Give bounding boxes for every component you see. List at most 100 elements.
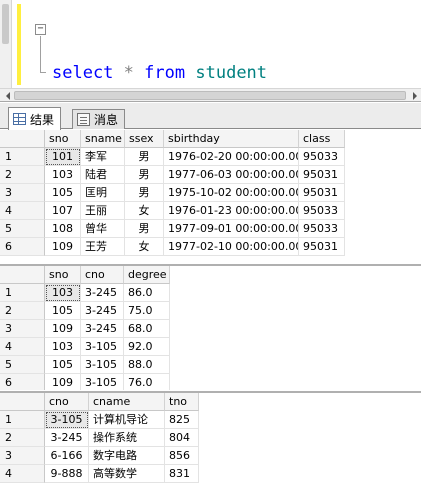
cell-cno[interactable]: 9-888 <box>45 465 89 483</box>
table-row[interactable]: 2 105 3-245 75.0 <box>0 302 170 320</box>
cell-ssex[interactable]: 女 <box>125 202 164 220</box>
table-row[interactable]: 6 109 3-105 76.0 <box>0 374 170 390</box>
row-number[interactable]: 1 <box>0 284 45 302</box>
cell-degree[interactable]: 68.0 <box>124 320 170 338</box>
cell-sno[interactable]: 105 <box>45 184 81 202</box>
table-row[interactable]: 5 105 3-105 88.0 <box>0 356 170 374</box>
column-header-class[interactable]: class <box>299 130 345 148</box>
table-row[interactable]: 6 109 王芳女 1977-02-10 00:00:00.000 95031 <box>0 238 345 256</box>
cell-cname[interactable]: 计算机导论 <box>89 411 165 429</box>
cell-cname[interactable]: 操作系统 <box>89 429 165 447</box>
cell-sno[interactable]: 109 <box>45 374 81 390</box>
cell-cname[interactable]: 高等数学 <box>89 465 165 483</box>
cell-tno[interactable]: 831 <box>165 465 199 483</box>
cell-sbirthday[interactable]: 1975-10-02 00:00:00.000 <box>164 184 299 202</box>
cell-sname[interactable]: 王丽 <box>81 202 125 220</box>
row-number[interactable]: 6 <box>0 374 45 390</box>
cell-class[interactable]: 95033 <box>299 220 345 238</box>
row-number[interactable]: 4 <box>0 338 45 356</box>
cell-degree[interactable]: 92.0 <box>124 338 170 356</box>
editor-scroll-thumb[interactable] <box>2 4 9 44</box>
cell-degree[interactable]: 88.0 <box>124 356 170 374</box>
table-row[interactable]: 1 103 3-245 86.0 <box>0 284 170 302</box>
column-header-tno[interactable]: tno <box>165 393 199 411</box>
cell-class[interactable]: 95031 <box>299 166 345 184</box>
column-header-cno[interactable]: cno <box>45 393 89 411</box>
scroll-right-arrow-icon[interactable] <box>413 92 417 100</box>
cell-sno[interactable]: 109 <box>45 320 81 338</box>
cell-sname[interactable]: 曾华 <box>81 220 125 238</box>
row-number[interactable]: 5 <box>0 356 45 374</box>
cell-sno[interactable]: 103 <box>45 284 81 302</box>
cell-degree[interactable]: 75.0 <box>124 302 170 320</box>
cell-sno[interactable]: 105 <box>45 356 81 374</box>
cell-sname[interactable]: 陆君 <box>81 166 125 184</box>
cell-cno[interactable]: 3-105 <box>81 374 124 390</box>
row-number[interactable]: 3 <box>0 320 45 338</box>
column-header-cname[interactable]: cname <box>89 393 165 411</box>
cell-cno[interactable]: 3-105 <box>45 411 89 429</box>
row-number[interactable]: 6 <box>0 238 45 256</box>
cell-tno[interactable]: 804 <box>165 429 199 447</box>
cell-tno[interactable]: 825 <box>165 411 199 429</box>
table-row[interactable]: 3 105 匡明男 1975-10-02 00:00:00.000 95031 <box>0 184 345 202</box>
editor-horizontal-scrollbar[interactable] <box>0 88 421 102</box>
row-number[interactable]: 2 <box>0 429 45 447</box>
cell-cno[interactable]: 3-245 <box>81 284 124 302</box>
column-header-sno[interactable]: sno <box>45 130 81 148</box>
cell-cno[interactable]: 6-166 <box>45 447 89 465</box>
column-header-ssex[interactable]: ssex <box>125 130 164 148</box>
cell-ssex[interactable]: 女 <box>125 238 164 256</box>
cell-sbirthday[interactable]: 1976-01-23 00:00:00.000 <box>164 202 299 220</box>
scroll-left-arrow-icon[interactable] <box>6 92 10 100</box>
row-number[interactable]: 2 <box>0 302 45 320</box>
cell-degree[interactable]: 76.0 <box>124 374 170 390</box>
row-number[interactable]: 2 <box>0 166 45 184</box>
table-row[interactable]: 1 101 李军男 1976-02-20 00:00:00.000 95033 <box>0 148 345 166</box>
collapse-toggle-icon[interactable]: − <box>35 24 46 35</box>
row-number[interactable]: 5 <box>0 220 45 238</box>
cell-sno[interactable]: 108 <box>45 220 81 238</box>
cell-sname[interactable]: 李军 <box>81 148 125 166</box>
tab-results[interactable]: 结果 <box>8 107 62 130</box>
cell-cno[interactable]: 3-245 <box>81 320 124 338</box>
row-number[interactable]: 1 <box>0 411 45 429</box>
cell-tno[interactable]: 856 <box>165 447 199 465</box>
cell-cname[interactable]: 数字电路 <box>89 447 165 465</box>
table-row[interactable]: 4 103 3-105 92.0 <box>0 338 170 356</box>
row-number[interactable]: 4 <box>0 202 45 220</box>
cell-cno[interactable]: 3-105 <box>81 356 124 374</box>
row-number[interactable]: 3 <box>0 447 45 465</box>
result-grid-student[interactable]: sno sname ssex sbirthday class 1 101 李军男 19… <box>0 130 421 264</box>
cell-sname[interactable]: 匡明 <box>81 184 125 202</box>
editor-vertical-scrollbar[interactable] <box>0 0 12 88</box>
result-grid-score[interactable]: sno cno degree 1 103 3-245 86.0 2 105 3-245 75.… <box>0 266 421 390</box>
table-row[interactable]: 4 107 王丽女 1976-01-23 00:00:00.000 95033 <box>0 202 345 220</box>
cell-sbirthday[interactable]: 1977-02-10 00:00:00.000 <box>164 238 299 256</box>
cell-cno[interactable]: 3-245 <box>81 302 124 320</box>
column-header-sname[interactable]: sname <box>81 130 125 148</box>
table-row[interactable]: 3 6-166 数字电路 856 <box>0 447 199 465</box>
column-header-sno[interactable]: sno <box>45 266 81 284</box>
cell-sno[interactable]: 103 <box>45 338 81 356</box>
table-row[interactable]: 5 108 曾华男 1977-09-01 00:00:00.000 95033 <box>0 220 345 238</box>
cell-sno[interactable]: 107 <box>45 202 81 220</box>
result-grid-course[interactable]: cno cname tno 1 3-105 计算机导论 825 2 3-245 操作系统 80… <box>0 393 421 502</box>
cell-degree[interactable]: 86.0 <box>124 284 170 302</box>
cell-sbirthday[interactable]: 1977-09-01 00:00:00.000 <box>164 220 299 238</box>
table-row[interactable]: 2 103 陆君男 1977-06-03 00:00:00.000 95031 <box>0 166 345 184</box>
cell-sno[interactable]: 105 <box>45 302 81 320</box>
cell-class[interactable]: 95033 <box>299 148 345 166</box>
cell-sno[interactable]: 103 <box>45 166 81 184</box>
cell-sno[interactable]: 101 <box>45 148 81 166</box>
table-row[interactable]: 3 109 3-245 68.0 <box>0 320 170 338</box>
cell-ssex[interactable]: 男 <box>125 184 164 202</box>
cell-ssex[interactable]: 男 <box>125 220 164 238</box>
cell-sno[interactable]: 109 <box>45 238 81 256</box>
row-number[interactable]: 3 <box>0 184 45 202</box>
cell-cno[interactable]: 3-105 <box>81 338 124 356</box>
tab-messages[interactable]: 消息 <box>72 109 126 129</box>
column-header-degree[interactable]: degree <box>124 266 170 284</box>
cell-class[interactable]: 95033 <box>299 202 345 220</box>
column-header-cno[interactable]: cno <box>81 266 124 284</box>
